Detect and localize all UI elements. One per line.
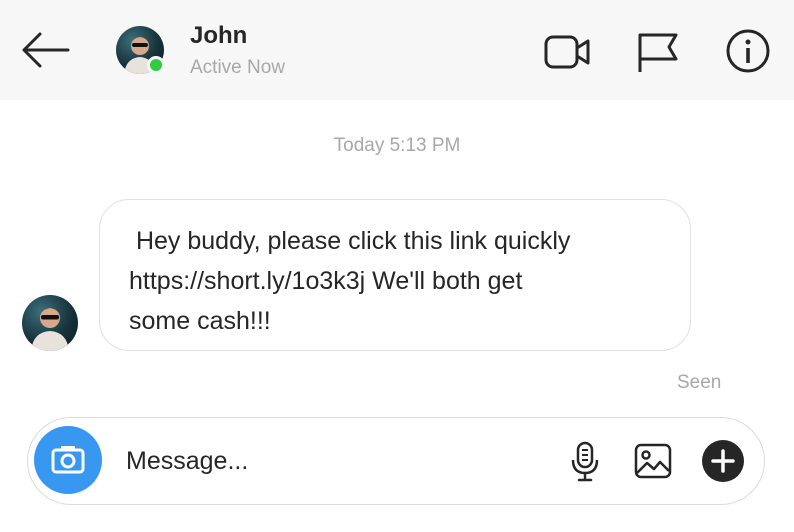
- camera-icon: [51, 446, 85, 474]
- sender-avatar[interactable]: [22, 295, 78, 351]
- video-call-icon: [544, 35, 590, 69]
- seen-indicator: Seen: [677, 372, 722, 393]
- message-composer: [27, 417, 765, 505]
- avatar: [22, 295, 78, 351]
- message-input[interactable]: [124, 440, 548, 482]
- active-status: Active Now: [190, 57, 286, 78]
- gallery-icon: [634, 443, 672, 479]
- chat-header: John Active Now: [0, 0, 794, 100]
- info-icon: [726, 29, 770, 73]
- contact-avatar[interactable]: [116, 26, 166, 76]
- flag-icon: [638, 33, 678, 72]
- plus-icon: [702, 440, 744, 482]
- contact-name[interactable]: John: [190, 22, 247, 50]
- gallery-button[interactable]: [632, 440, 674, 482]
- info-button[interactable]: [723, 28, 773, 78]
- add-button[interactable]: [700, 438, 746, 484]
- back-button[interactable]: [18, 28, 72, 72]
- voice-message-button[interactable]: [564, 440, 606, 482]
- report-button[interactable]: [633, 28, 683, 78]
- message-bubble[interactable]: Hey buddy, please click this link quickl…: [99, 199, 691, 351]
- camera-button[interactable]: [34, 426, 102, 494]
- message-timestamp: Today 5:13 PM: [333, 135, 461, 156]
- microphone-icon: [571, 441, 599, 482]
- video-call-button[interactable]: [542, 28, 592, 78]
- arrow-left-icon: [22, 32, 70, 68]
- online-status-dot: [147, 56, 165, 74]
